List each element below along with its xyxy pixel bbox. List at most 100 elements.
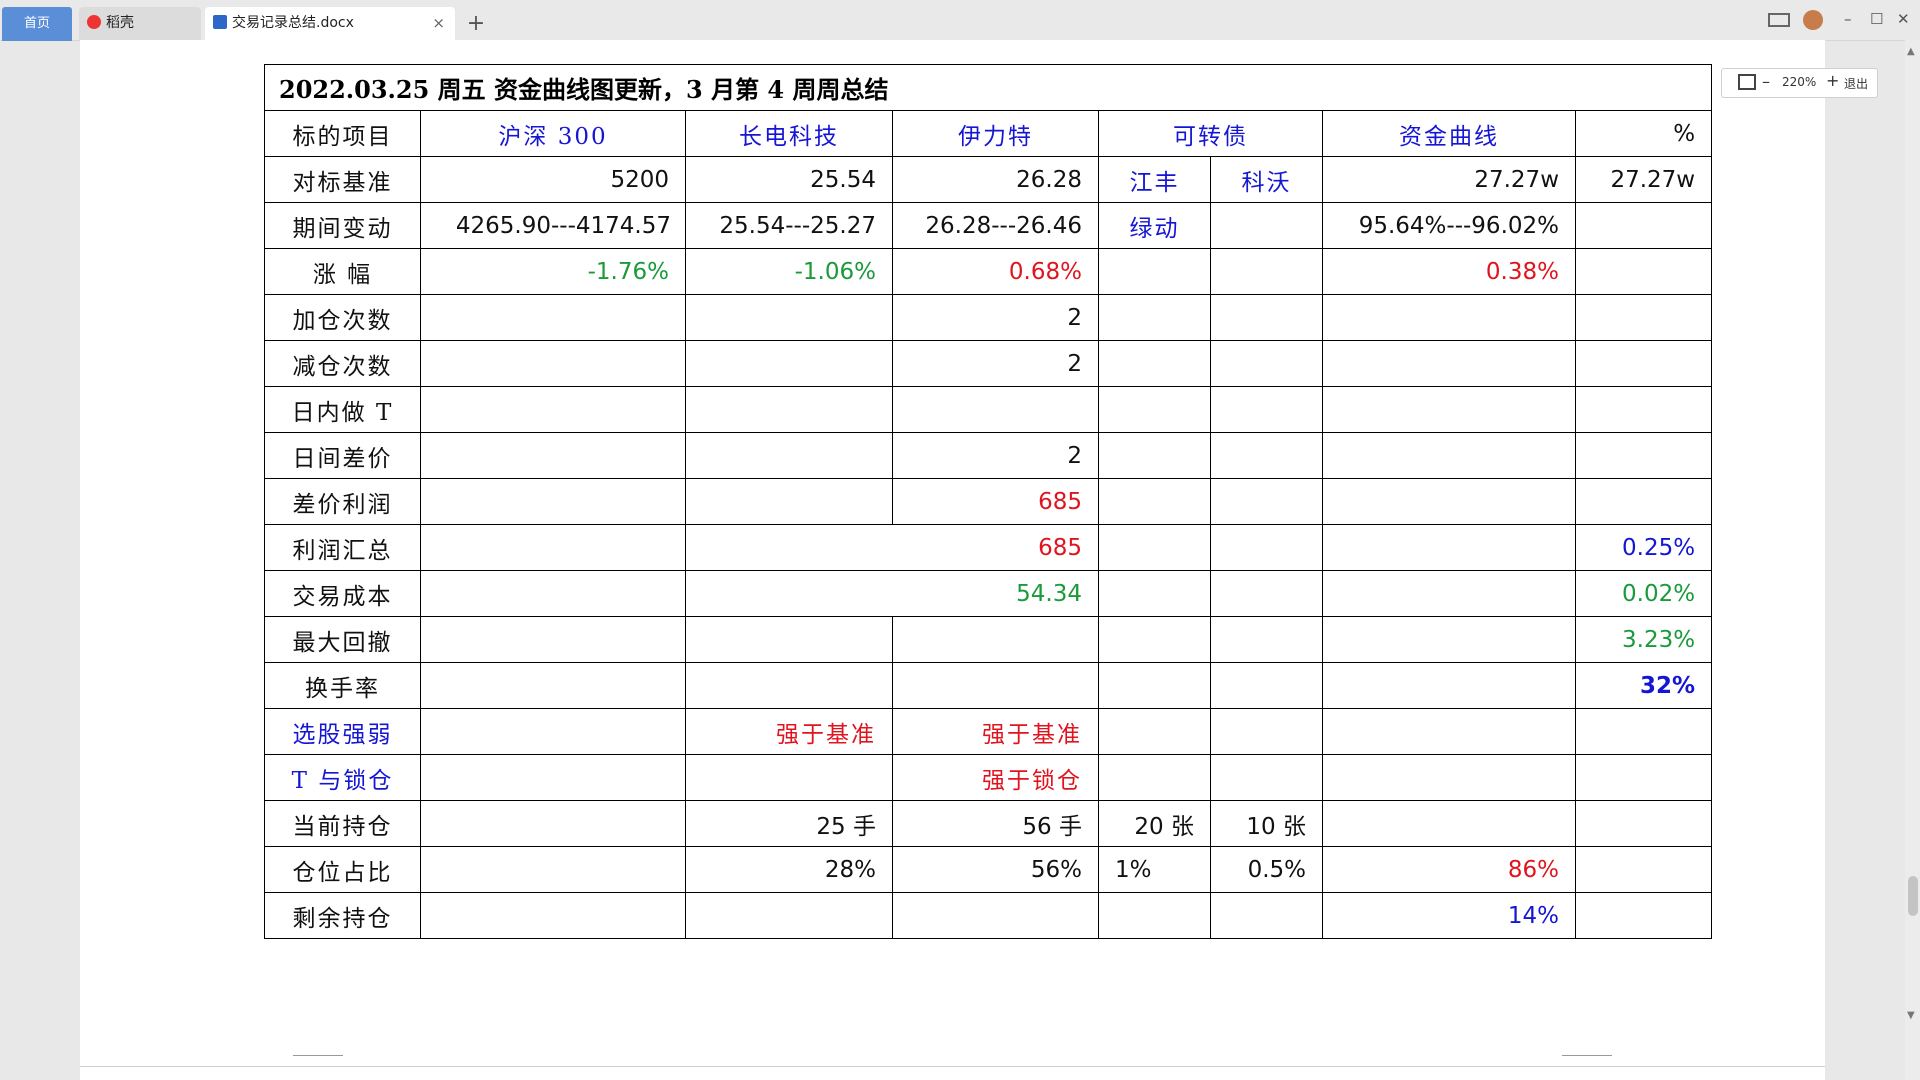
table-cell	[1210, 202, 1323, 249]
table-row: 交易成本 54.34 0.02%	[264, 570, 1713, 617]
table-cell: 10 张	[1210, 800, 1323, 847]
table-cell	[420, 662, 686, 709]
table-cell: 54.34	[685, 570, 1099, 617]
table-cell	[1210, 892, 1323, 939]
table-cell	[1098, 524, 1211, 571]
table-cell	[1322, 524, 1576, 571]
table-cell: 20 张	[1098, 800, 1211, 847]
row-label: 差价利润	[264, 478, 421, 525]
table-cell	[1098, 386, 1211, 433]
table-cell	[420, 708, 686, 755]
table-cell: 28%	[685, 846, 893, 893]
table-cell: 86%	[1322, 846, 1576, 893]
table-cell	[420, 754, 686, 801]
table-cell	[1210, 340, 1323, 387]
table-cell: 0.25%	[1574, 524, 1713, 571]
table-cell	[420, 340, 686, 387]
table-cell	[1210, 248, 1323, 295]
maximize-button[interactable]: ☐	[1870, 8, 1883, 30]
table-cell	[1098, 294, 1211, 341]
table-cell	[1574, 248, 1713, 295]
minimize-button[interactable]: –	[1844, 8, 1852, 30]
table-cell	[1574, 386, 1713, 433]
page-corner-mark	[1562, 1055, 1612, 1078]
table-cell: 14%	[1322, 892, 1576, 939]
zoom-in-button[interactable]: +	[1826, 71, 1839, 90]
close-tab-icon[interactable]: ×	[432, 7, 445, 40]
word-doc-icon	[213, 15, 227, 29]
row-label: 交易成本	[264, 570, 421, 617]
table-cell	[1322, 478, 1576, 525]
scroll-thumb[interactable]	[1908, 876, 1918, 916]
close-window-button[interactable]: ✕	[1897, 8, 1910, 30]
table-cell	[685, 892, 893, 939]
table-cell: 0.5%	[1210, 846, 1323, 893]
table-cell	[420, 846, 686, 893]
table-cell: 26.28---26.46	[892, 202, 1099, 249]
table-cell	[1098, 570, 1211, 617]
table-cell	[1210, 570, 1323, 617]
row-label: 日内做 T	[264, 386, 421, 433]
table-cell: 27.27w	[1574, 156, 1713, 203]
tab-document-label: 交易记录总结.docx	[232, 15, 354, 31]
tab-docer[interactable]: 稻壳	[79, 7, 201, 40]
table-cell: 1%	[1098, 846, 1211, 893]
table-cell: 26.28	[892, 156, 1099, 203]
vertical-scrollbar[interactable]	[1905, 40, 1920, 1080]
table-cell	[1574, 708, 1713, 755]
table-row: 换手率 32%	[264, 662, 1713, 709]
table-cell	[420, 800, 686, 847]
zoom-out-button[interactable]: –	[1762, 72, 1770, 91]
table-row: 对标基准 5200 25.54 26.28 江丰 科沃 27.27w 27.27…	[264, 156, 1713, 203]
table-cell	[1210, 478, 1323, 525]
table-row: 涨 幅 -1.76% -1.06% 0.68% 0.38%	[264, 248, 1713, 295]
table-cell	[1098, 248, 1211, 295]
table-cell: 2	[892, 340, 1099, 387]
table-cell: 685	[685, 524, 1099, 571]
table-cell	[1574, 892, 1713, 939]
scroll-up-icon[interactable]: ▲	[1907, 46, 1915, 57]
col-header-cdkj: 长电科技	[685, 110, 893, 157]
table-cell	[1322, 662, 1576, 709]
table-cell	[1210, 754, 1323, 801]
table-row: 剩余持仓 14%	[264, 892, 1713, 939]
table-cell: 强于基准	[892, 708, 1099, 755]
table-cell	[420, 616, 686, 663]
tab-bar: 首页 稻壳 交易记录总结.docx × + – ☐ ✕	[0, 0, 1920, 41]
table-row: 差价利润 685	[264, 478, 1713, 525]
table-cell	[685, 340, 893, 387]
table-cell	[1210, 386, 1323, 433]
table-cell	[685, 386, 893, 433]
table-row: 日内做 T	[264, 386, 1713, 433]
row-label: 最大回撤	[264, 616, 421, 663]
table-cell: 56 手	[892, 800, 1099, 847]
tab-document[interactable]: 交易记录总结.docx ×	[205, 7, 455, 40]
fit-page-icon[interactable]	[1738, 74, 1756, 90]
new-tab-button[interactable]: +	[462, 7, 490, 40]
exit-zoom-button[interactable]: 退出	[1844, 75, 1868, 92]
row-label: 剩余持仓	[264, 892, 421, 939]
table-cell: 绿动	[1098, 202, 1211, 249]
table-row: 减仓次数 2	[264, 340, 1713, 387]
table-cell	[1098, 340, 1211, 387]
table-cell: 25.54---25.27	[685, 202, 893, 249]
tab-home[interactable]: 首页	[2, 7, 72, 41]
table-cell	[1210, 294, 1323, 341]
table-cell	[420, 570, 686, 617]
layout-icon[interactable]	[1768, 13, 1790, 27]
table-cell	[685, 294, 893, 341]
table-cell	[1322, 708, 1576, 755]
table-cell: 0.38%	[1322, 248, 1576, 295]
table-row: 日间差价 2	[264, 432, 1713, 479]
col-header-zjqx: 资金曲线	[1322, 110, 1576, 157]
zoom-level[interactable]: 220%	[1782, 75, 1816, 89]
scroll-down-icon[interactable]: ▼	[1907, 1010, 1915, 1021]
table-row: 选股强弱 强于基准 强于基准	[264, 708, 1713, 755]
table-cell	[1574, 754, 1713, 801]
table-cell: 95.64%---96.02%	[1322, 202, 1576, 249]
table-cell	[1574, 294, 1713, 341]
row-label: 日间差价	[264, 432, 421, 479]
zoom-panel: – 220% + 退出	[1721, 68, 1878, 98]
avatar[interactable]	[1803, 10, 1823, 30]
table-cell	[892, 386, 1099, 433]
